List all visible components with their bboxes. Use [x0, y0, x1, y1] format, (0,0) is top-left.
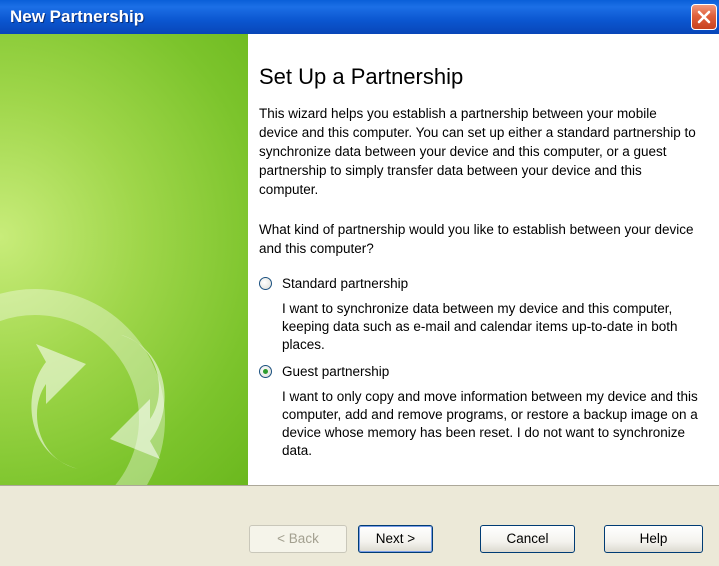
sync-arrows-icon — [31, 334, 165, 469]
back-button[interactable]: < Back — [249, 525, 347, 553]
button-bar: < Back Next > Cancel Help — [0, 485, 719, 566]
cancel-button[interactable]: Cancel — [480, 525, 575, 553]
option-desc-standard: I want to synchronize data between my de… — [282, 301, 678, 352]
close-button[interactable] — [691, 4, 717, 30]
option-label-guest[interactable]: Guest partnership — [282, 364, 389, 379]
close-icon — [697, 10, 711, 24]
wizard-side-graphic — [0, 34, 248, 485]
radio-selected-dot — [263, 369, 268, 374]
radio-guest-partnership[interactable]: Guest partnership — [259, 364, 559, 384]
option-desc-guest: I want to only copy and move information… — [282, 389, 698, 458]
radio-button-guest[interactable] — [259, 365, 272, 378]
intro-text: This wizard helps you establish a partne… — [259, 106, 696, 197]
window-title: New Partnership — [10, 7, 145, 26]
help-button[interactable]: Help — [604, 525, 703, 553]
title-bar[interactable]: New Partnership — [0, 0, 719, 34]
question-text: What kind of partnership would you like … — [259, 222, 694, 256]
option-label-standard[interactable]: Standard partnership — [282, 276, 408, 291]
radio-standard-partnership[interactable]: Standard partnership — [259, 276, 559, 296]
radio-button-standard[interactable] — [259, 277, 272, 290]
page-heading: Set Up a Partnership — [259, 64, 464, 89]
next-button[interactable]: Next > — [358, 525, 433, 553]
